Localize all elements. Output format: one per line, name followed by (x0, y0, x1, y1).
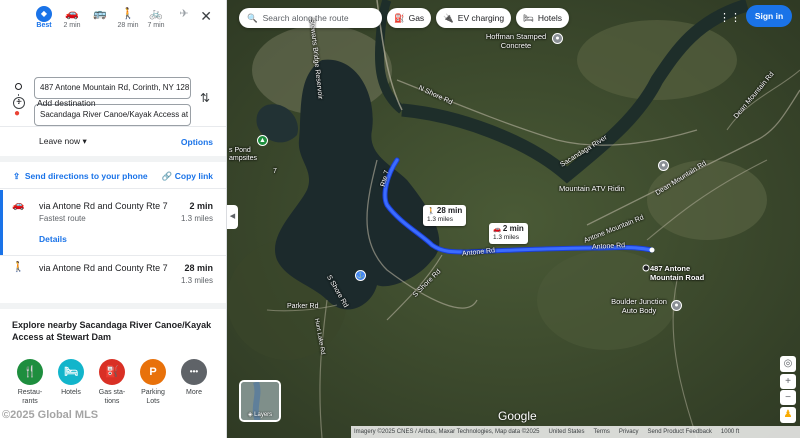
chip-more[interactable]: ••• More (176, 359, 212, 406)
layers-icon: ◈ (247, 412, 253, 418)
label-boulder-junction: Boulder Junction Auto Body (611, 297, 667, 315)
map-top-bar: 🔍 Search along the route ⛽ Gas 🔌 EV chargi… (239, 8, 569, 28)
apps-grid-icon[interactable]: ⋮⋮ (719, 11, 741, 24)
car-icon: 🚗 (65, 8, 79, 20)
chip-hotels[interactable]: 🛏 Hotels (516, 8, 569, 28)
car-icon: 🚗 (12, 200, 25, 211)
mode-best[interactable]: ◆ Best (30, 6, 58, 29)
walk-icon: 🚶 (12, 262, 25, 273)
explore-title: Explore nearby Sacandaga River Canoe/Kay… (12, 320, 212, 342)
route-option-driving[interactable]: 🚗 via Antone Rd and County Rte 7 2 min F… (0, 190, 226, 255)
route-subtitle: Fastest route (39, 214, 86, 223)
route-details-link[interactable]: Details (39, 234, 67, 244)
origin-input[interactable]: 487 Antone Mountain Rd, Corinth, NY 128 (34, 77, 191, 99)
phone-send-icon: ⇪ (13, 171, 21, 181)
directions-panel: ◆ Best 🚗 2 min 🚌 🚶 28 min 🚲 7 min ✈ ✕ ● 487 … (0, 0, 227, 438)
boat-launch-poi-icon[interactable]: ⚓ (355, 270, 366, 281)
bed-icon: 🛏 (523, 12, 534, 23)
swap-icon[interactable]: ⇅ (200, 91, 210, 105)
mode-transit[interactable]: 🚌 (86, 6, 114, 22)
fork-knife-icon: 🍴 (17, 359, 43, 385)
origin-dot-icon (15, 83, 22, 90)
send-directions-button[interactable]: ⇪ Send directions to your phone (13, 171, 148, 182)
atv-poi-icon[interactable]: ● (658, 160, 669, 171)
walk-icon: 🚶 (121, 8, 135, 20)
label-hoffman: Hoffman Stamped Concrete (485, 32, 547, 50)
diamond-route-icon: ◆ (36, 6, 52, 22)
chip-gas-stations[interactable]: ⛽ Gas sta-tions (94, 359, 130, 406)
imagery-attribution: Imagery ©2025 CNES / Airbus, Maxar Techn… (354, 429, 540, 435)
collapse-panel-button[interactable]: ◀ (227, 205, 238, 229)
link-icon: 🔗 (161, 171, 173, 181)
auto-body-poi-icon[interactable]: ● (671, 300, 682, 311)
bike-icon: 🚲 (149, 8, 163, 20)
route-option-walking[interactable]: 🚶 via Antone Rd and County Rte 7 28 min … (0, 252, 226, 297)
label-campsites: s Pond ampsites (229, 147, 258, 162)
route-time: 2 min (189, 201, 213, 211)
route-distance: 1.3 miles (180, 276, 213, 285)
flight-icon: ✈ (179, 8, 189, 20)
label-address-pin: 487 Antone Mountain Road (650, 264, 705, 282)
chip-restaurants[interactable]: 🍴 Restau-rants (12, 359, 48, 406)
map-footer: Imagery ©2025 CNES / Airbus, Maxar Techn… (351, 426, 800, 438)
my-location-icon[interactable]: ◎ (780, 356, 796, 372)
label-route-7: 7 (273, 168, 277, 175)
google-logo: Google (498, 409, 537, 423)
car-icon: 🚗 (493, 226, 502, 233)
sign-in-button[interactable]: Sign in (746, 5, 792, 27)
mode-driving[interactable]: 🚗 2 min (58, 6, 86, 29)
layers-label: ◈ Layers (247, 412, 273, 418)
hoffman-poi-icon[interactable]: ● (552, 33, 563, 44)
explore-chips: 🍴 Restau-rants 🛏 Hotels ⛽ Gas sta-tions P Pa… (12, 359, 215, 406)
add-destination-button[interactable]: + Add destination (13, 97, 96, 109)
ev-plug-icon: 🔌 (443, 12, 454, 23)
feedback-link[interactable]: Send Product Feedback (648, 429, 712, 435)
add-destination-label: Add destination (37, 98, 96, 108)
privacy-link[interactable]: Privacy (619, 429, 639, 435)
walk-icon: 🚶 (427, 208, 436, 215)
terms-link[interactable]: Terms (594, 429, 610, 435)
chip-ev-charging[interactable]: 🔌 EV charging (436, 8, 512, 28)
mode-cycling[interactable]: 🚲 7 min (142, 6, 170, 29)
watermark: ©2025 Global MLS (2, 409, 99, 421)
region-link[interactable]: United States (549, 429, 585, 435)
more-icon: ••• (181, 359, 207, 385)
label-parker-rd: Parker Rd (287, 303, 319, 310)
share-row: ⇪ Send directions to your phone 🔗 Copy l… (0, 165, 226, 189)
close-icon[interactable]: ✕ (200, 8, 212, 25)
chip-parking[interactable]: P Parking Lots (135, 359, 171, 406)
search-icon: 🔍 (247, 12, 258, 23)
leave-now-dropdown[interactable]: Leave now ▾ (39, 136, 87, 147)
campsite-poi-icon[interactable]: ▲ (257, 135, 268, 146)
zoom-in-button[interactable]: + (780, 374, 796, 389)
mode-walking[interactable]: 🚶 28 min (114, 6, 142, 29)
car-route-callout[interactable]: 🚗 2 min 1.3 miles (489, 223, 528, 244)
route-title: via Antone Rd and County Rte 7 (39, 263, 168, 273)
departure-row: Leave now ▾ Options (0, 126, 226, 162)
copy-link-button[interactable]: 🔗 Copy link (162, 171, 213, 182)
chip-hotels[interactable]: 🛏 Hotels (53, 359, 89, 406)
scale-bar[interactable]: 1000 ft (721, 429, 739, 435)
chip-gas[interactable]: ⛽ Gas (387, 8, 432, 28)
options-button[interactable]: Options (181, 137, 213, 147)
label-mountain-atv: Mountain ATV Ridin (559, 184, 625, 193)
layers-button[interactable]: ◈ Layers (239, 380, 281, 422)
gas-pump-icon: ⛽ (99, 359, 125, 385)
destination-pin-icon: ● (14, 108, 21, 119)
bed-icon: 🛏 (58, 359, 84, 385)
map-canvas[interactable]: 🔍 Search along the route ⛽ Gas 🔌 EV chargi… (227, 0, 800, 438)
walk-route-callout[interactable]: 🚶 28 min 1.3 miles (423, 205, 467, 226)
travel-mode-bar: ◆ Best 🚗 2 min 🚌 🚶 28 min 🚲 7 min ✈ (0, 0, 226, 36)
zoom-out-button[interactable]: − (780, 390, 796, 405)
route-title: via Antone Rd and County Rte 7 (39, 201, 168, 211)
plus-icon: + (13, 97, 25, 109)
route-time: 28 min (184, 263, 213, 273)
bus-icon: 🚌 (93, 8, 107, 20)
pegman-icon[interactable]: ♟ (780, 407, 796, 423)
mode-flight[interactable]: ✈ (170, 6, 198, 22)
gas-pump-icon: ⛽ (394, 12, 405, 23)
chevron-down-icon: ▾ (82, 136, 87, 146)
parking-icon: P (140, 359, 166, 385)
route-distance: 1.3 miles (180, 214, 213, 223)
